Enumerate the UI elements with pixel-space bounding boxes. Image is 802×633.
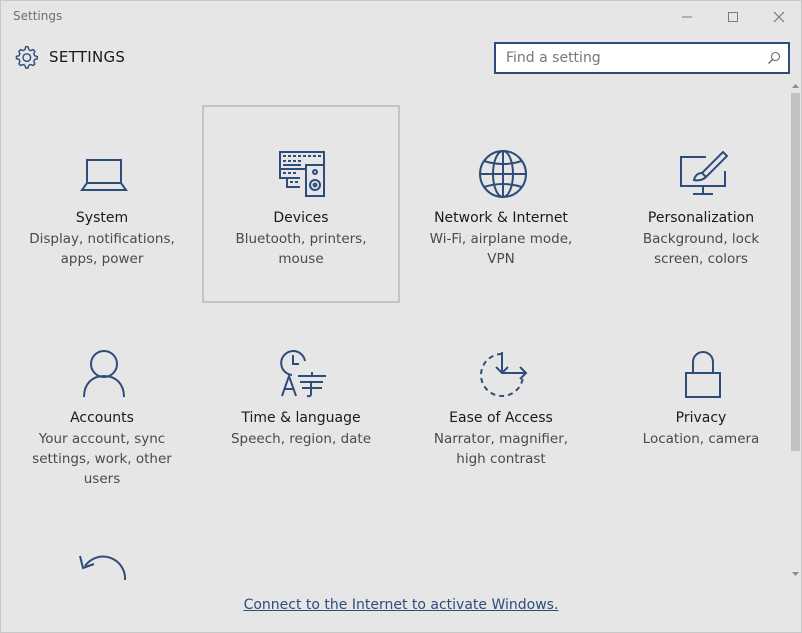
- tile-title: Network & Internet: [434, 210, 568, 226]
- window-title: Settings: [13, 9, 63, 23]
- tile-title: Devices: [273, 210, 329, 226]
- close-button[interactable]: [756, 1, 801, 33]
- laptop-icon: [80, 159, 128, 191]
- tile-description: Narrator, magnifier, high contrast: [433, 431, 569, 467]
- clock-language-icon: [280, 350, 326, 398]
- title-bar[interactable]: Settings: [1, 1, 801, 33]
- person-icon: [83, 350, 125, 398]
- vertical-scrollbar[interactable]: [790, 81, 801, 579]
- category-tile-ease-of-access[interactable]: Ease of Access Narrator, magnifier, high…: [402, 305, 600, 503]
- category-tile-accounts[interactable]: Accounts Your account, sync settings, wo…: [3, 305, 201, 503]
- tile-description: Location, camera: [642, 431, 760, 447]
- page-title: SETTINGS: [49, 48, 126, 66]
- search-icon[interactable]: [767, 51, 781, 65]
- tile-description: Background, lock screen, colors: [642, 231, 760, 267]
- maximize-button[interactable]: [710, 1, 756, 33]
- category-tile-system[interactable]: System Display, notifications, apps, pow…: [3, 105, 201, 303]
- category-tile-network[interactable]: Network & Internet Wi-Fi, airplane mode,…: [402, 105, 600, 303]
- update-arrow-icon[interactable]: [77, 546, 129, 580]
- settings-window: Settings SETTINGS System: [0, 0, 802, 633]
- activate-windows-link[interactable]: Connect to the Internet to activate Wind…: [1, 597, 801, 613]
- scroll-down-icon[interactable]: [790, 569, 801, 579]
- tile-title: Accounts: [70, 410, 134, 426]
- padlock-icon: [685, 351, 721, 398]
- tile-title: Privacy: [675, 410, 727, 426]
- tile-description: Speech, region, date: [230, 431, 372, 447]
- category-tile-privacy[interactable]: Privacy Location, camera: [602, 305, 800, 503]
- tile-description: Bluetooth, printers, mouse: [235, 231, 367, 267]
- close-icon: [773, 11, 785, 23]
- ease-of-access-icon: [480, 352, 528, 397]
- search-box[interactable]: [494, 42, 790, 74]
- tile-title: Time & language: [241, 410, 361, 426]
- tile-title: System: [75, 210, 129, 226]
- tile-description: Display, notifications, apps, power: [29, 231, 175, 267]
- gear-icon: [15, 45, 38, 69]
- scroll-thumb[interactable]: [791, 93, 800, 451]
- category-tile-time-language[interactable]: Time & language Speech, region, date: [202, 305, 400, 503]
- monitor-brush-icon: [680, 150, 728, 195]
- minimize-icon: [682, 16, 692, 18]
- category-tile-personalization[interactable]: Personalization Background, lock screen,…: [602, 105, 800, 303]
- globe-icon: [479, 150, 527, 198]
- maximize-icon: [728, 12, 738, 22]
- tile-description: Wi-Fi, airplane mode, VPN: [429, 231, 573, 267]
- tile-description: Your account, sync settings, work, other…: [32, 431, 172, 487]
- tile-title: Personalization: [647, 210, 755, 226]
- minimize-button[interactable]: [664, 1, 710, 33]
- tile-title: Ease of Access: [449, 410, 553, 426]
- scroll-up-icon[interactable]: [790, 81, 801, 91]
- category-tile-devices[interactable]: Devices Bluetooth, printers, mouse: [202, 105, 400, 303]
- keyboard-speaker-icon: [279, 151, 325, 197]
- search-input[interactable]: [496, 44, 768, 72]
